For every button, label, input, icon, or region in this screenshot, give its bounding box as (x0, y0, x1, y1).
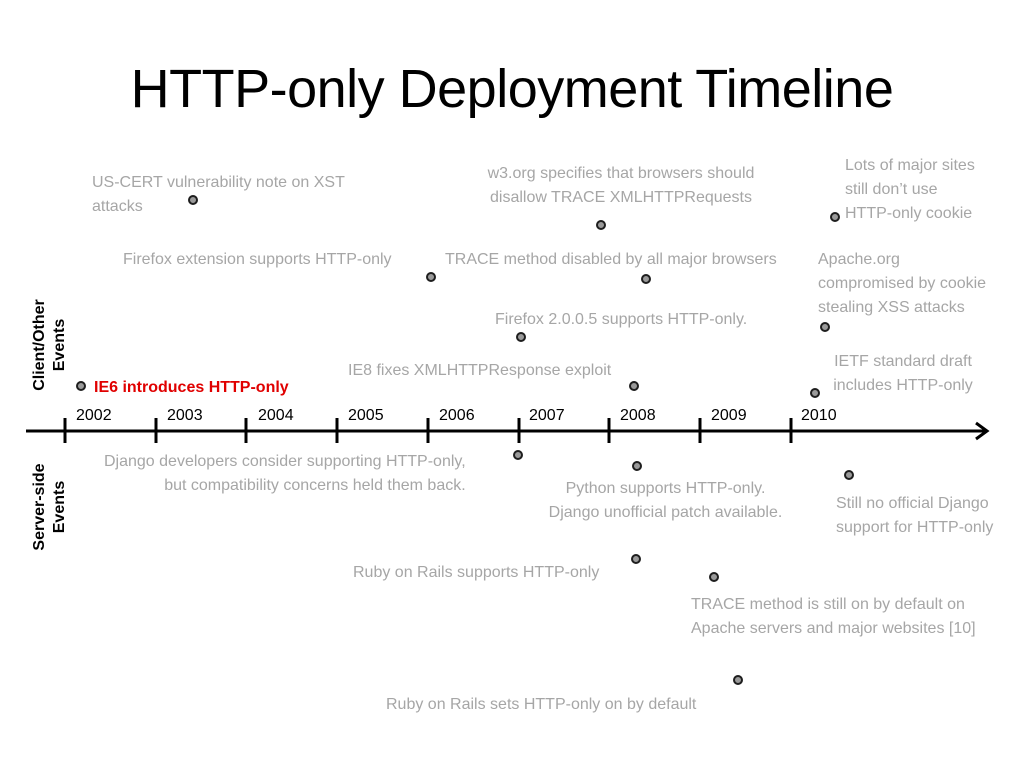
year-label: 2007 (529, 407, 565, 424)
event-line: Ruby on Rails sets HTTP-only on by defau… (386, 696, 697, 713)
year-label: 2010 (801, 407, 837, 424)
year-label: 2002 (76, 407, 112, 424)
event-python-support: Python supports HTTP-only. Django unoffi… (528, 477, 803, 525)
event-line: Firefox extension supports HTTP-only (123, 251, 392, 268)
year-label: 2004 (258, 407, 294, 424)
event-no-django-support: Still no official Django support for HTT… (836, 492, 993, 540)
event-line: US-CERT vulnerability note on XST (92, 174, 345, 191)
event-line: Python supports HTTP-only. (565, 480, 766, 497)
event-marker (632, 461, 642, 471)
event-us-cert: US-CERT vulnerability note on XST attack… (92, 171, 345, 219)
year-label: 2003 (167, 407, 203, 424)
event-marker (76, 381, 86, 391)
event-marker (513, 450, 523, 460)
event-apache-compromised: Apache.org compromised by cookie stealin… (818, 248, 986, 320)
event-line: w3.org specifies that browsers should (487, 165, 755, 182)
event-line: stealing XSS attacks (818, 299, 965, 316)
event-line: IETF standard draft (834, 353, 972, 370)
event-trace-still-on: TRACE method is still on by default on A… (691, 593, 976, 641)
event-line: HTTP-only cookie (845, 205, 973, 222)
event-major-sites: Lots of major sites still don’t use HTTP… (845, 154, 975, 226)
year-label: 2009 (711, 407, 747, 424)
event-line: still don’t use (845, 181, 938, 198)
event-line: Apache servers and major websites [10] (691, 620, 976, 637)
event-line: TRACE method is still on by default on (691, 596, 965, 613)
event-marker (830, 212, 840, 222)
event-ie8-fix: IE8 fixes XMLHTTPResponse exploit (348, 359, 611, 383)
event-marker (733, 675, 743, 685)
event-firefox-extension: Firefox extension supports HTTP-only (123, 248, 392, 272)
event-rails-default: Ruby on Rails sets HTTP-only on by defau… (386, 693, 696, 717)
event-line: Ruby on Rails supports HTTP-only (353, 564, 600, 581)
event-line: Lots of major sites (845, 157, 975, 174)
event-django-consider: Django developers consider supporting HT… (104, 450, 466, 498)
event-rails-supports: Ruby on Rails supports HTTP-only (353, 561, 599, 585)
event-marker (641, 274, 651, 284)
event-w3org: w3.org specifies that browsers should di… (462, 162, 780, 210)
event-line: includes HTTP-only (833, 377, 973, 394)
event-line: IE8 fixes XMLHTTPResponse exploit (348, 362, 612, 379)
event-marker (820, 322, 830, 332)
event-marker (810, 388, 820, 398)
event-trace-disabled: TRACE method disabled by all major brows… (445, 248, 777, 272)
event-line: IE6 introduces HTTP-only (94, 379, 289, 396)
event-line: support for HTTP-only (836, 519, 994, 536)
event-line: but compatibility concerns held them bac… (164, 477, 466, 494)
year-label: 2005 (348, 407, 384, 424)
event-marker (188, 195, 198, 205)
event-line: Firefox 2.0.0.5 supports HTTP-only. (495, 311, 748, 328)
event-line: Apache.org (818, 251, 900, 268)
event-line: Django developers consider supporting HT… (104, 453, 466, 470)
event-line: TRACE method disabled by all major brows… (445, 251, 777, 268)
event-marker (844, 470, 854, 480)
event-marker (709, 572, 719, 582)
event-ie6-introduces: IE6 introduces HTTP-only (94, 376, 289, 400)
event-marker (629, 381, 639, 391)
event-marker (631, 554, 641, 564)
event-ietf-draft: IETF standard draft includes HTTP-only (820, 350, 986, 398)
event-line: Still no official Django (836, 495, 989, 512)
year-label: 2006 (439, 407, 475, 424)
event-line: Django unofficial patch available. (548, 504, 783, 521)
year-label: 2008 (620, 407, 656, 424)
event-marker (426, 272, 436, 282)
event-marker (596, 220, 606, 230)
event-firefox-2005: Firefox 2.0.0.5 supports HTTP-only. (495, 308, 747, 332)
event-marker (516, 332, 526, 342)
event-line: attacks (92, 198, 143, 215)
event-line: compromised by cookie (818, 275, 987, 292)
event-line: disallow TRACE XMLHTTPRequests (489, 189, 752, 206)
